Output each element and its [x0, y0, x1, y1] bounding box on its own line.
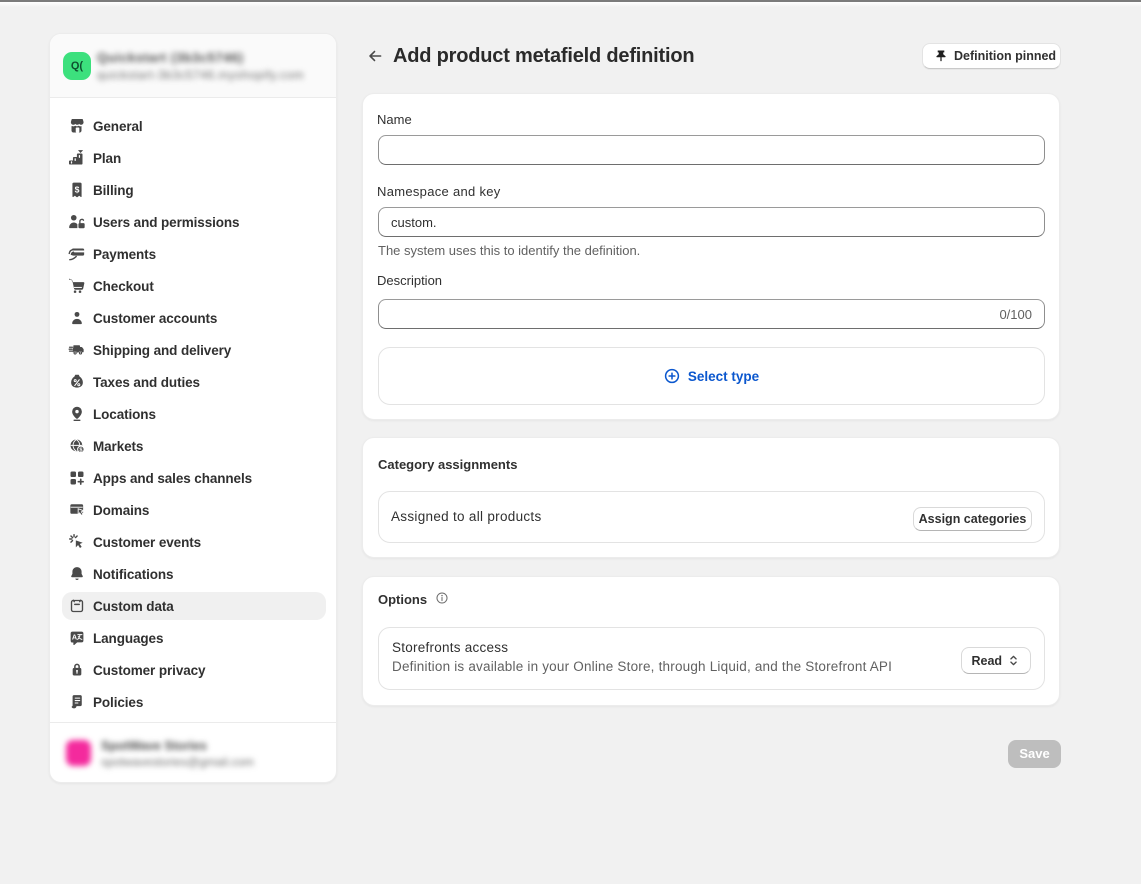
svg-text:$: $	[75, 184, 80, 194]
svg-text:A: A	[72, 632, 77, 641]
